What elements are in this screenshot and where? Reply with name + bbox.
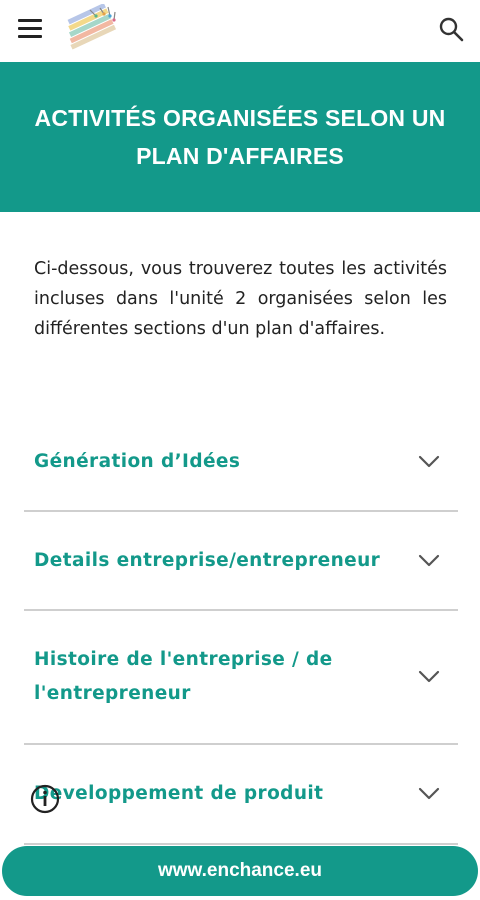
intro-paragraph: Ci-dessous, vous trouverez toutes les ac… bbox=[34, 259, 447, 339]
chevron-down-icon bbox=[418, 670, 440, 683]
top-bar bbox=[0, 0, 480, 62]
accordion-item-generation-idees[interactable]: Génération d’Idées bbox=[24, 413, 458, 512]
accordion-item-histoire-entreprise[interactable]: Histoire de l'entreprise / de l'entrepre… bbox=[24, 611, 458, 745]
accordion-item-label: Details entreprise/entrepreneur bbox=[34, 549, 381, 571]
accordion-item-label: Histoire de l'entreprise / de l'entrepre… bbox=[34, 649, 333, 704]
info-icon[interactable] bbox=[30, 784, 60, 814]
site-logo[interactable] bbox=[60, 4, 128, 54]
accordion-item-developpement-produit[interactable]: Developpement de produit bbox=[24, 745, 458, 845]
hamburger-menu-icon[interactable] bbox=[18, 19, 42, 39]
page-title: ACTIVITÉS ORGANISÉES SELON UN PLAN D'AFF… bbox=[34, 105, 446, 169]
website-link-button[interactable]: www.enchance.eu bbox=[2, 846, 478, 896]
chevron-down-icon bbox=[418, 787, 440, 800]
accordion-item-label: Developpement de produit bbox=[34, 783, 324, 804]
accordion-item-label: Génération d’Idées bbox=[34, 450, 241, 472]
search-icon[interactable] bbox=[438, 16, 464, 42]
chevron-down-icon bbox=[418, 455, 440, 467]
chevron-down-icon bbox=[418, 554, 440, 566]
business-plan-accordion: Génération d’Idées Details entreprise/en… bbox=[24, 413, 458, 845]
accordion-item-details-entreprise[interactable]: Details entreprise/entrepreneur bbox=[24, 512, 458, 611]
hero-banner: ACTIVITÉS ORGANISÉES SELON UN PLAN D'AFF… bbox=[0, 62, 480, 212]
